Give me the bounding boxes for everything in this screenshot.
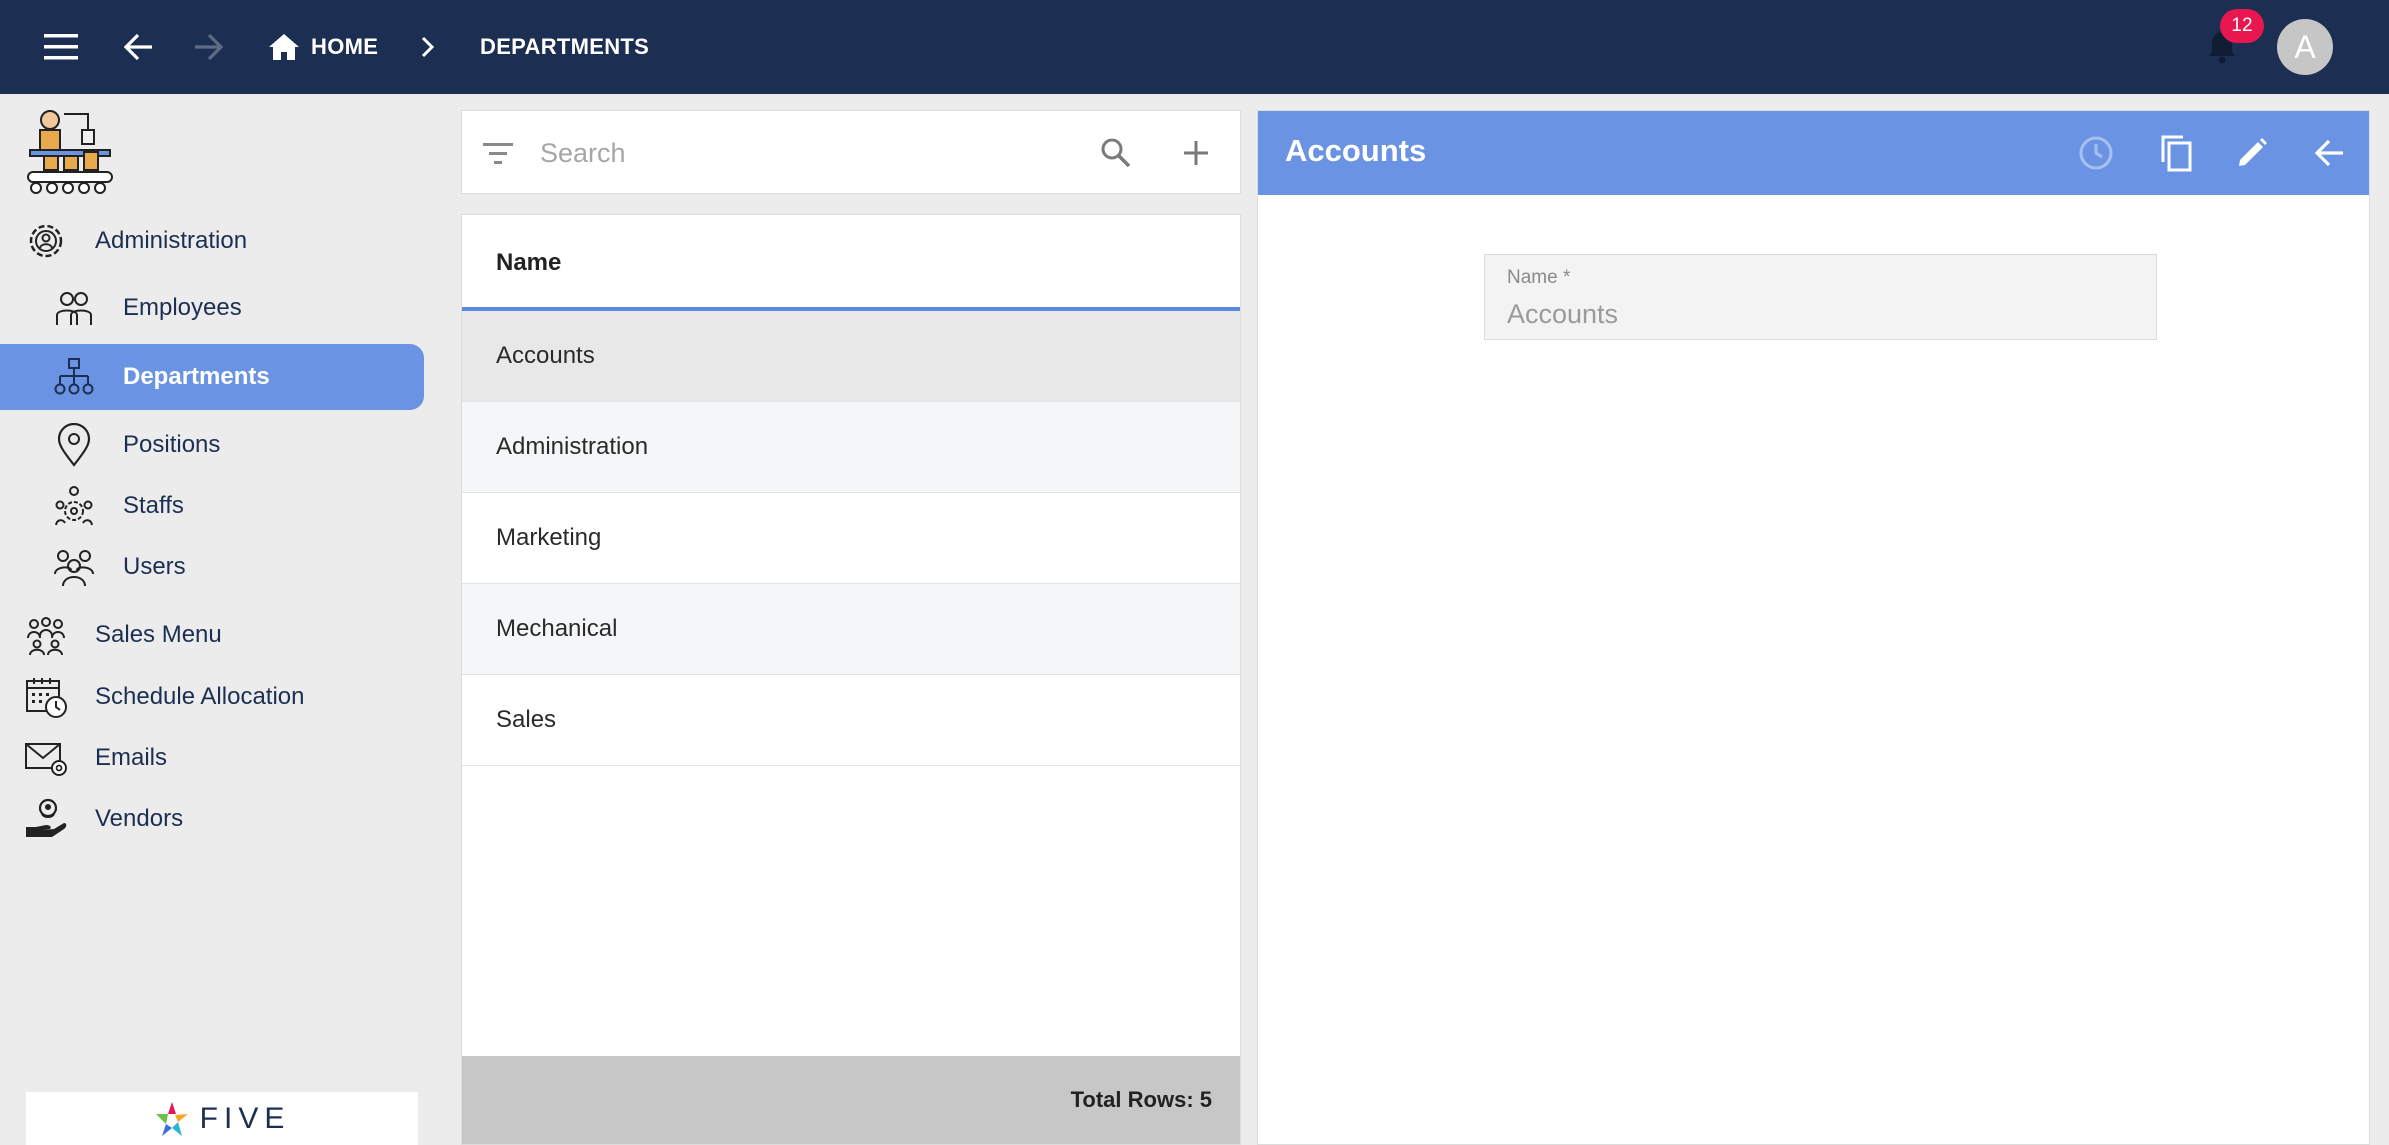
employees-icon: [51, 285, 97, 331]
search-icon[interactable]: [1098, 135, 1134, 171]
copy-icon[interactable]: [2152, 129, 2200, 177]
name-field[interactable]: Name * Accounts: [1484, 254, 2157, 340]
list-panel: Name Accounts Administration Marketing M…: [461, 214, 1241, 1145]
name-field-value: Accounts: [1507, 299, 1619, 329]
location-pin-icon: [51, 422, 97, 468]
top-bar: HOME DEPARTMENTS 12 A: [0, 0, 2389, 94]
detail-title: Accounts: [1285, 133, 1427, 168]
sales-team-icon: [23, 612, 69, 658]
sidebar-item-label: Vendors: [95, 805, 184, 832]
sidebar-item-schedule-allocation[interactable]: Schedule Allocation: [0, 664, 440, 730]
sidebar-item-label: Positions: [123, 431, 221, 458]
breadcrumb-current: DEPARTMENTS: [480, 34, 650, 59]
sidebar-item-departments[interactable]: Departments: [0, 344, 424, 410]
app-logo-icon: [24, 106, 116, 196]
sidebar-item-label: Emails: [95, 744, 168, 771]
notification-badge: 12: [2220, 9, 2264, 43]
table-row[interactable]: Marketing: [462, 493, 1240, 584]
users-icon: [51, 544, 97, 590]
vendor-icon: [23, 796, 69, 842]
sidebar-item-label: Administration: [95, 227, 248, 254]
detail-header: Accounts: [1258, 111, 2369, 195]
sidebar-item-label: Schedule Allocation: [95, 683, 305, 710]
forward-arrow-icon[interactable]: [185, 0, 231, 94]
sidebar-item-label: Users: [123, 553, 186, 580]
edit-pencil-icon[interactable]: [2228, 129, 2276, 177]
sidebar-item-users[interactable]: Users: [0, 534, 440, 600]
name-field-label: Name *: [1507, 267, 1571, 288]
search-input[interactable]: [538, 131, 842, 175]
menu-icon[interactable]: [38, 0, 84, 94]
chevron-right-icon: [416, 0, 440, 94]
total-rows: Total Rows: 5: [462, 1056, 1240, 1144]
org-chart-icon: [51, 354, 97, 400]
sidebar-item-label: Employees: [123, 294, 242, 321]
search-bar: [461, 110, 1241, 194]
breadcrumb-home[interactable]: HOME: [311, 0, 378, 94]
sidebar-item-emails[interactable]: Emails: [0, 725, 440, 791]
sidebar-item-positions[interactable]: Positions: [0, 412, 440, 478]
five-logo: FIVE: [26, 1092, 418, 1145]
filter-icon[interactable]: [482, 138, 514, 170]
sidebar-item-administration[interactable]: Administration: [0, 208, 440, 274]
gear-user-icon: [23, 218, 69, 264]
staff-icon: [51, 483, 97, 529]
five-logo-text: FIVE: [199, 1101, 291, 1135]
column-header-label: Name: [496, 249, 562, 276]
sidebar: Administration Employees Departments Pos…: [0, 94, 440, 1145]
sidebar-item-label: Sales Menu: [95, 621, 222, 648]
sidebar-item-label: Departments: [123, 363, 270, 390]
table-row[interactable]: Accounts: [462, 311, 1240, 402]
email-icon: [23, 735, 69, 781]
avatar[interactable]: A: [2277, 19, 2333, 75]
detail-panel: Accounts Name * Accounts: [1257, 110, 2370, 1145]
sidebar-item-sales-menu[interactable]: Sales Menu: [0, 602, 440, 668]
sidebar-item-employees[interactable]: Employees: [0, 275, 440, 341]
history-clock-icon[interactable]: [2072, 129, 2120, 177]
table-row[interactable]: Administration: [462, 402, 1240, 493]
sidebar-item-label: Staffs: [123, 492, 184, 519]
back-arrow-icon[interactable]: [2306, 129, 2354, 177]
back-arrow-icon[interactable]: [116, 0, 162, 94]
sidebar-item-vendors[interactable]: Vendors: [0, 786, 440, 852]
add-icon[interactable]: [1178, 135, 1214, 171]
table-row[interactable]: Sales: [462, 675, 1240, 766]
home-icon[interactable]: [264, 0, 304, 94]
table-row[interactable]: Mechanical: [462, 584, 1240, 675]
column-header-name[interactable]: Name: [462, 215, 1240, 311]
calendar-clock-icon: [23, 674, 69, 720]
sidebar-item-staffs[interactable]: Staffs: [0, 473, 440, 539]
five-logo-icon: [155, 1101, 188, 1136]
